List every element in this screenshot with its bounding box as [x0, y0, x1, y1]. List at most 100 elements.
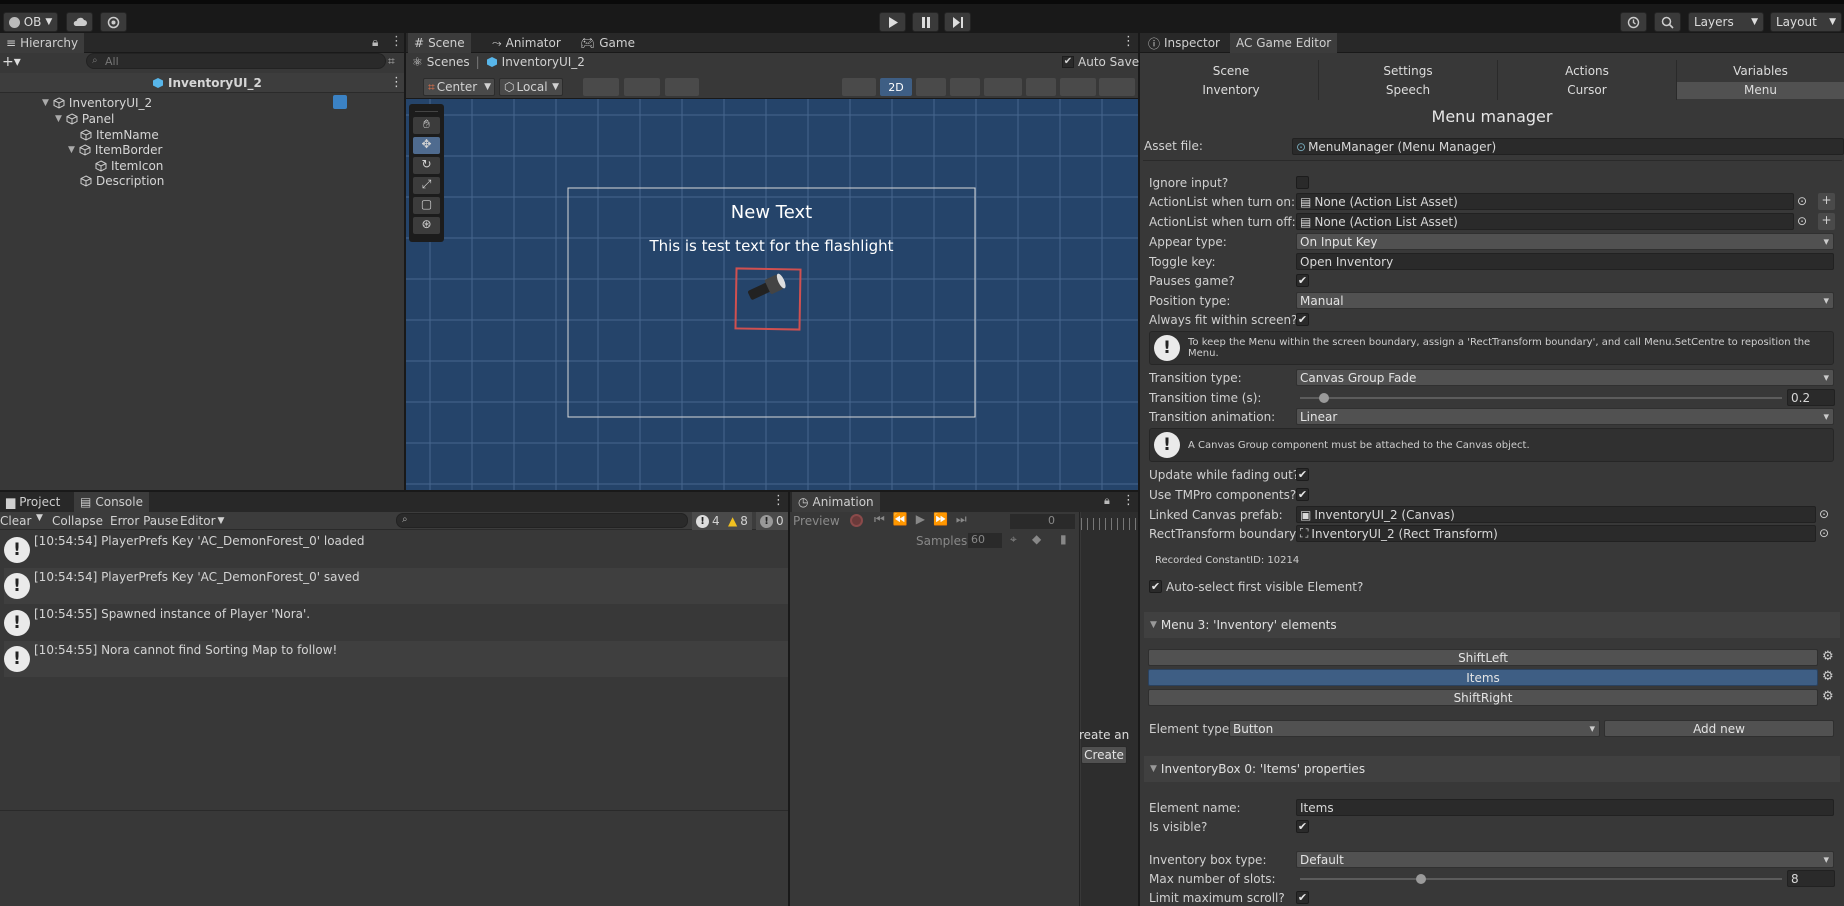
error-filter-toggle[interactable]: ! 0	[756, 512, 788, 530]
max-slots-input[interactable]: 8	[1787, 870, 1835, 887]
position-type-dropdown[interactable]: Manual	[1296, 292, 1834, 309]
create-clip-button[interactable]: Create	[1081, 746, 1127, 764]
lock-icon[interactable]: 🔒︎	[1104, 494, 1110, 508]
max-slots-slider[interactable]	[1300, 878, 1782, 880]
console-search-input[interactable]: ⌕	[396, 513, 688, 528]
add-al-on-button[interactable]: +	[1818, 193, 1835, 210]
collapse-button[interactable]: Collapse	[52, 514, 103, 528]
hierarchy-search-input[interactable]: ⌕ All	[86, 53, 386, 69]
update-fading-checkbox[interactable]: ✔	[1296, 468, 1309, 481]
add-object-button[interactable]: +▾	[2, 54, 21, 70]
object-picker-icon[interactable]: ⊙	[1819, 526, 1829, 540]
info-filter-toggle[interactable]: ! 4	[692, 512, 724, 530]
auto-select-checkbox[interactable]: ✔	[1149, 580, 1162, 593]
gear-icon[interactable]: ⚙	[1822, 649, 1834, 664]
play-button[interactable]	[879, 12, 906, 32]
fold-arrow-icon[interactable]: ▼	[1150, 764, 1157, 774]
transition-time-input[interactable]: 0.2	[1787, 389, 1835, 406]
element-shiftleft-button[interactable]: ShiftLeft	[1148, 649, 1818, 666]
kebab-menu-icon[interactable]: ⋮	[390, 34, 403, 49]
layout-dropdown[interactable]: Layout ▼	[1770, 12, 1842, 32]
tree-item-panel[interactable]: ▼ Panel	[55, 111, 114, 127]
console-log-row[interactable]: ! [10:54:55] Spawned instance of Player '…	[4, 605, 788, 641]
search-by-type-icon[interactable]: ⌗	[388, 54, 395, 69]
snap-settings-button[interactable]	[624, 78, 660, 96]
gizmos-button[interactable]	[1099, 78, 1135, 96]
expand-arrow-icon[interactable]: ▼	[68, 145, 75, 155]
section-elements-header[interactable]: ▼ Menu 3: 'Inventory' elements	[1144, 612, 1840, 638]
hidden-objects-toggle[interactable]	[1026, 78, 1056, 96]
category-speech[interactable]: Speech	[1319, 83, 1497, 97]
scene-menu-icon[interactable]: ⋮	[390, 75, 403, 90]
expand-arrow-icon[interactable]: ▼	[42, 98, 49, 108]
category-actions[interactable]: Actions	[1498, 64, 1676, 78]
al-off-field[interactable]: ▤ None (Action List Asset)	[1296, 213, 1794, 230]
element-shiftright-button[interactable]: ShiftRight	[1148, 689, 1818, 706]
scale-tool-icon[interactable]: ⤢	[413, 177, 440, 194]
is-visible-checkbox[interactable]: ✔	[1296, 820, 1309, 833]
account-dropdown[interactable]: OB ▼	[3, 12, 58, 32]
expand-arrow-icon[interactable]: ▼	[55, 114, 62, 124]
category-cursor[interactable]: Cursor	[1498, 83, 1676, 97]
collab-icon[interactable]	[100, 12, 127, 32]
space-dropdown[interactable]: ⬡ Local ▼	[499, 78, 563, 96]
add-keyframe-icon[interactable]: ⌖	[1010, 532, 1017, 547]
tab-hierarchy[interactable]: ≡ Hierarchy	[0, 33, 85, 53]
increment-snap-button[interactable]	[665, 78, 699, 96]
editor-dropdown[interactable]: Editor ▼	[180, 514, 224, 528]
camera-settings-button[interactable]	[1060, 78, 1096, 96]
playback-controls[interactable]: ⏮⏪▶⏩⏭	[874, 512, 975, 527]
history-icon[interactable]	[1620, 12, 1647, 32]
animation-timeline[interactable]	[1081, 512, 1138, 906]
section-props-header[interactable]: ▼ InventoryBox 0: 'Items' properties	[1144, 756, 1840, 782]
scene-menu-icon[interactable]: ⋮	[1122, 34, 1135, 49]
fold-arrow-icon[interactable]: ▼	[1150, 620, 1157, 630]
samples-input[interactable]: 60	[968, 533, 1002, 548]
tab-scene[interactable]: # Scene	[408, 33, 471, 53]
add-new-element-button[interactable]: Add new	[1604, 720, 1834, 737]
tab-ac-game-editor[interactable]: AC Game Editor	[1230, 33, 1338, 53]
max-slots-slider-knob[interactable]	[1415, 874, 1426, 884]
gear-icon[interactable]: ⚙	[1822, 689, 1834, 704]
tab-game[interactable]: 🎮︎ Game	[574, 33, 641, 53]
object-picker-icon[interactable]: ⊙	[1819, 507, 1829, 521]
animation-menu-icon[interactable]: ⋮	[1122, 493, 1135, 508]
category-scene[interactable]: Scene	[1144, 64, 1318, 78]
draw-mode-button[interactable]	[842, 78, 876, 96]
object-picker-icon[interactable]: ⊙	[1797, 194, 1807, 208]
tab-animation[interactable]: ◷ Animation	[792, 492, 880, 512]
category-menu[interactable]: Menu	[1677, 83, 1844, 97]
asset-file-field[interactable]: ⊙ MenuManager (Menu Manager)	[1292, 138, 1844, 155]
use-tmpro-checkbox[interactable]: ✔	[1296, 488, 1309, 501]
category-inventory[interactable]: Inventory	[1144, 83, 1318, 97]
preview-toggle[interactable]: Preview	[793, 514, 840, 528]
error-pause-button[interactable]: Error Pause	[110, 514, 178, 528]
toggle-key-input[interactable]: Open Inventory	[1296, 253, 1834, 270]
transition-type-dropdown[interactable]: Canvas Group Fade	[1296, 369, 1834, 386]
auto-save-toggle[interactable]: ✔ Auto Save	[1062, 55, 1139, 69]
event-marker-icon[interactable]: ▮	[1060, 532, 1067, 546]
layers-dropdown[interactable]: Layers ▼	[1688, 12, 1764, 32]
transition-time-slider[interactable]	[1300, 397, 1782, 399]
tree-item-inventoryui[interactable]: ▼ InventoryUI_2	[42, 95, 152, 111]
appear-type-dropdown[interactable]: On Input Key	[1296, 233, 1834, 250]
transition-anim-dropdown[interactable]: Linear	[1296, 408, 1834, 425]
pauses-checkbox[interactable]: ✔	[1296, 274, 1309, 287]
add-event-icon[interactable]: ◆	[1032, 532, 1041, 546]
record-button[interactable]	[850, 514, 863, 527]
lock-icon[interactable]: 🔒︎	[372, 35, 378, 50]
transform-tool-icon[interactable]: ⊛	[413, 217, 440, 234]
lighting-toggle[interactable]	[916, 78, 946, 96]
step-button[interactable]	[944, 12, 971, 32]
tab-console[interactable]: ▤ Console	[74, 492, 149, 512]
add-al-off-button[interactable]: +	[1818, 213, 1835, 230]
console-log-row[interactable]: ! [10:54:55] Nora cannot find Sorting Map…	[4, 641, 788, 677]
fit-screen-checkbox[interactable]: ✔	[1296, 313, 1309, 326]
tree-item-description[interactable]: Description	[80, 173, 164, 189]
canvas-title-text[interactable]: New Text	[568, 202, 975, 223]
linked-canvas-field[interactable]: ▣ InventoryUI_2 (Canvas)	[1296, 506, 1816, 523]
scene-viewport[interactable]: New Text This is test text for the flash…	[406, 99, 1138, 490]
limit-scroll-checkbox[interactable]: ✔	[1296, 891, 1309, 904]
save-icon[interactable]	[333, 95, 347, 109]
audio-toggle[interactable]	[950, 78, 980, 96]
